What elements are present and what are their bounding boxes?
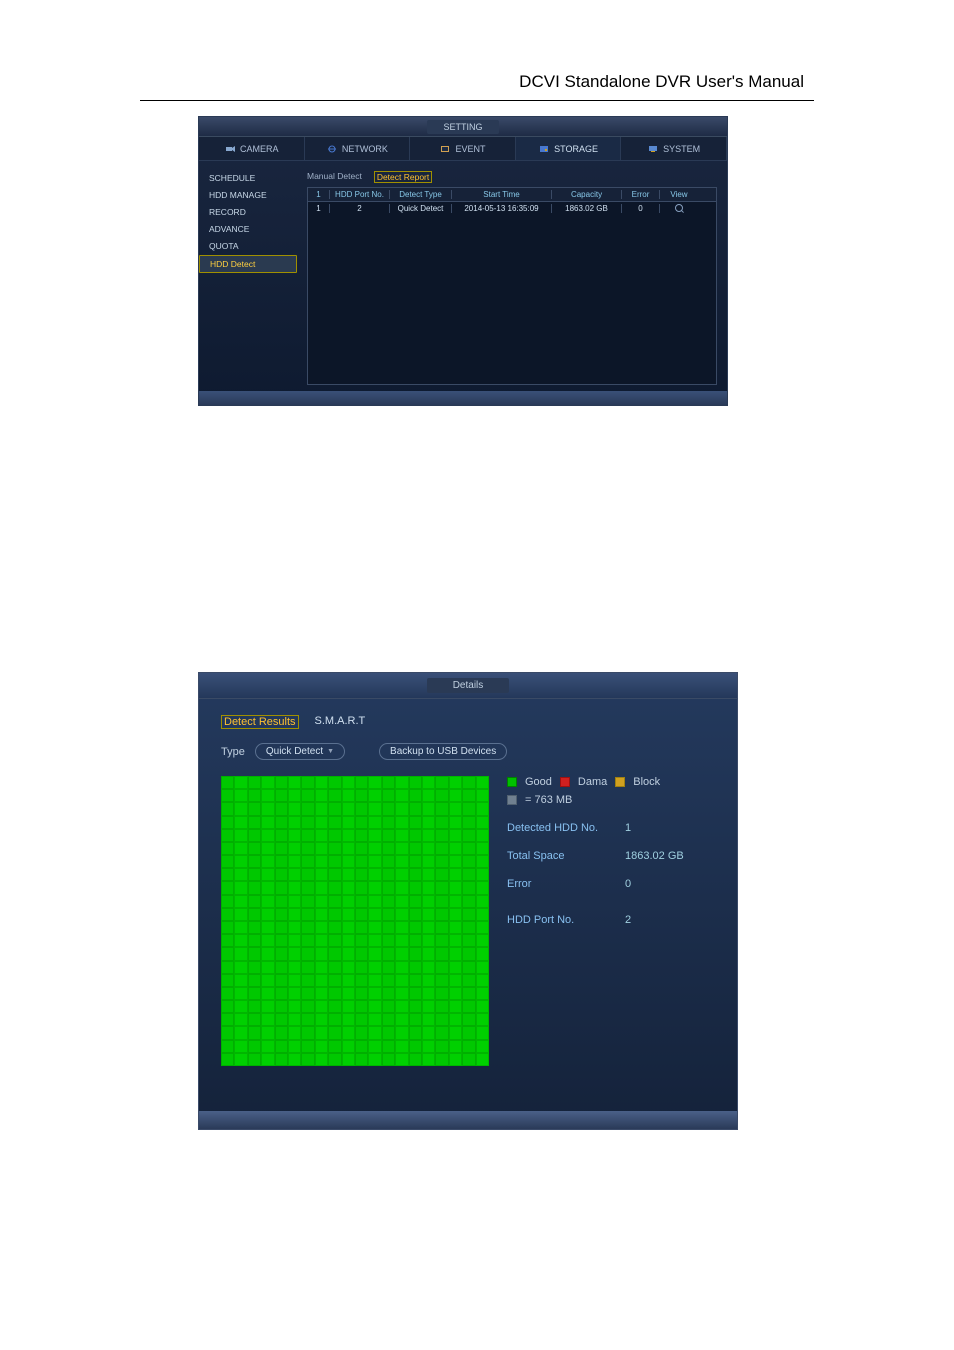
- hddno-value: 1: [625, 822, 631, 834]
- type-select[interactable]: Quick Detect ▼: [255, 743, 345, 760]
- cell-type: Quick Detect: [390, 204, 452, 213]
- hddno-label: Detected HDD No.: [507, 822, 625, 834]
- legend-dama: Dama: [578, 776, 607, 788]
- tab-smart[interactable]: S.M.A.R.T: [313, 715, 368, 729]
- legend-unit: = 763 MB: [525, 794, 572, 806]
- main-tabs: CAMERA NETWORK EVENT STORAGE SYSTEM: [199, 137, 727, 161]
- details-footer: [199, 1111, 737, 1129]
- detect-grid: [221, 776, 489, 1066]
- subtab-manual-detect[interactable]: Manual Detect: [307, 171, 362, 183]
- sidebar-item-quota[interactable]: QUOTA: [199, 238, 297, 254]
- table-header: 1 HDD Port No. Detect Type Start Time Ca…: [308, 188, 716, 202]
- info-row-error: Error 0: [507, 878, 715, 890]
- info-panel: Good Dama Block = 763 MB Detected HDD No…: [507, 776, 715, 1066]
- details-body: Detect Results S.M.A.R.T Type Quick Dete…: [199, 699, 737, 1082]
- chevron-down-icon: ▼: [327, 748, 334, 755]
- error-value: 0: [625, 878, 631, 890]
- details-title: Details: [427, 678, 510, 693]
- details-content: Good Dama Block = 763 MB Detected HDD No…: [221, 776, 715, 1066]
- tab-label: NETWORK: [342, 144, 388, 154]
- legend-row: Good Dama Block: [507, 776, 715, 788]
- tab-label: SYSTEM: [663, 144, 700, 154]
- report-table: 1 HDD Port No. Detect Type Start Time Ca…: [307, 187, 717, 385]
- tab-storage[interactable]: STORAGE: [516, 137, 622, 160]
- details-tabs: Detect Results S.M.A.R.T: [221, 715, 715, 729]
- type-row: Type Quick Detect ▼ Backup to USB Device…: [221, 743, 715, 760]
- col-view: View: [660, 190, 698, 199]
- legend-unit-icon: [507, 795, 517, 805]
- sidebar-item-schedule[interactable]: SCHEDULE: [199, 170, 297, 186]
- info-row-port: HDD Port No. 2: [507, 914, 715, 926]
- type-label: Type: [221, 746, 245, 758]
- col-type: Detect Type: [390, 190, 452, 199]
- sub-tabs: Manual Detect Detect Report: [307, 171, 717, 183]
- cell-index: 1: [308, 204, 330, 213]
- camera-icon: [224, 144, 236, 154]
- event-icon: [439, 144, 451, 154]
- sidebar-item-hdd-manage[interactable]: HDD MANAGE: [199, 187, 297, 203]
- cell-capacity: 1863.02 GB: [552, 204, 622, 213]
- tab-label: EVENT: [455, 144, 485, 154]
- backup-button[interactable]: Backup to USB Devices: [379, 743, 507, 760]
- port-value: 2: [625, 914, 631, 926]
- tab-detect-results[interactable]: Detect Results: [221, 715, 299, 729]
- main-panel: Manual Detect Detect Report 1 HDD Port N…: [297, 161, 727, 405]
- cell-port: 2: [330, 204, 390, 213]
- sidebar-item-record[interactable]: RECORD: [199, 204, 297, 220]
- details-titlebar: Details: [199, 673, 737, 699]
- system-icon: [647, 144, 659, 154]
- sidebar-item-hdd-detect[interactable]: HDD Detect: [199, 255, 297, 273]
- storage-icon: [538, 144, 550, 154]
- col-port: HDD Port No.: [330, 190, 390, 199]
- settings-window: SETTING CAMERA NETWORK EVENT STORAGE: [198, 116, 728, 406]
- tab-network[interactable]: NETWORK: [305, 137, 411, 160]
- type-value: Quick Detect: [266, 746, 323, 757]
- table-row[interactable]: 1 2 Quick Detect 2014-05-13 16:35:09 186…: [308, 202, 716, 215]
- window-title: SETTING: [427, 120, 498, 134]
- tab-event[interactable]: EVENT: [410, 137, 516, 160]
- tab-label: CAMERA: [240, 144, 279, 154]
- col-start: Start Time: [452, 190, 552, 199]
- subtab-detect-report[interactable]: Detect Report: [374, 171, 432, 183]
- legend-good: Good: [525, 776, 552, 788]
- cell-error: 0: [622, 204, 660, 213]
- cell-start: 2014-05-13 16:35:09: [452, 204, 552, 213]
- tab-system[interactable]: SYSTEM: [621, 137, 727, 160]
- info-row-hddno: Detected HDD No. 1: [507, 822, 715, 834]
- legend-good-icon: [507, 777, 517, 787]
- info-row-total: Total Space 1863.02 GB: [507, 850, 715, 862]
- col-index: 1: [308, 190, 330, 199]
- col-error: Error: [622, 190, 660, 199]
- port-label: HDD Port No.: [507, 914, 625, 926]
- legend-block-icon: [615, 777, 625, 787]
- window-body: SCHEDULE HDD MANAGE RECORD ADVANCE QUOTA…: [199, 161, 727, 405]
- total-value: 1863.02 GB: [625, 850, 684, 862]
- error-label: Error: [507, 878, 625, 890]
- legend-unit-row: = 763 MB: [507, 794, 715, 806]
- legend-block: Block: [633, 776, 660, 788]
- sidebar: SCHEDULE HDD MANAGE RECORD ADVANCE QUOTA…: [199, 161, 297, 405]
- col-capacity: Capacity: [552, 190, 622, 199]
- cell-view[interactable]: [660, 204, 698, 214]
- sidebar-item-advance[interactable]: ADVANCE: [199, 221, 297, 237]
- details-window: Details Detect Results S.M.A.R.T Type Qu…: [198, 672, 738, 1130]
- network-icon: [326, 144, 338, 154]
- total-label: Total Space: [507, 850, 625, 862]
- view-icon[interactable]: [675, 204, 683, 212]
- tab-label: STORAGE: [554, 144, 598, 154]
- divider: [140, 100, 814, 101]
- tab-camera[interactable]: CAMERA: [199, 137, 305, 160]
- page-header: DCVI Standalone DVR User's Manual: [519, 72, 804, 92]
- window-titlebar: SETTING: [199, 117, 727, 137]
- legend-dama-icon: [560, 777, 570, 787]
- window-footer: [199, 391, 727, 405]
